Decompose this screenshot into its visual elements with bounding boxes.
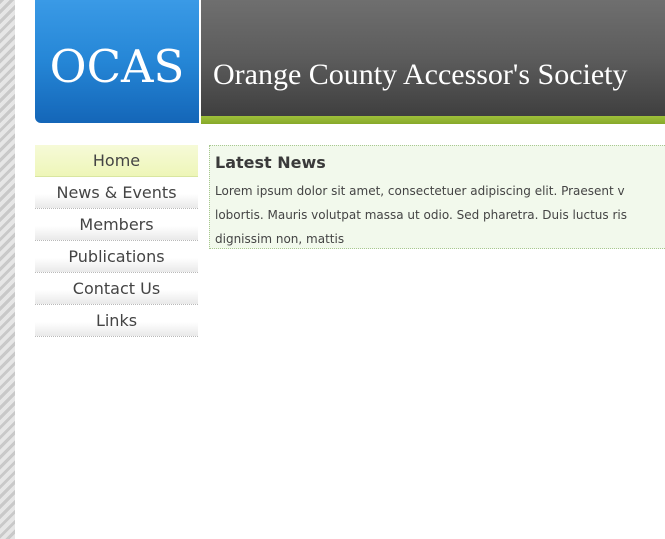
nav-item-home[interactable]: Home <box>35 145 198 177</box>
left-decorative-stripe <box>0 0 15 539</box>
nav-item-members[interactable]: Members <box>35 209 198 241</box>
nav-item-publications[interactable]: Publications <box>35 241 198 273</box>
header-banner: Orange County Accessor's Society <box>201 0 665 116</box>
header-accent-rule <box>201 116 665 124</box>
main-nav: Home News & Events Members Publications … <box>35 145 198 337</box>
latest-news-box: Latest News Lorem ipsum dolor sit amet, … <box>209 145 665 249</box>
news-line: lobortis. Mauris volutpat massa ut odio.… <box>215 208 627 222</box>
site-logo[interactable]: OCAS <box>35 0 199 123</box>
nav-item-contact-us[interactable]: Contact Us <box>35 273 198 305</box>
news-body: Lorem ipsum dolor sit amet, consectetuer… <box>215 179 665 248</box>
logo-text: OCAS <box>49 40 185 93</box>
site-title: Orange County Accessor's Society <box>213 58 628 91</box>
nav-item-news-events[interactable]: News & Events <box>35 177 198 209</box>
nav-item-links[interactable]: Links <box>35 305 198 337</box>
news-heading: Latest News <box>215 153 326 172</box>
news-line: dignissim non, mattis <box>215 232 345 246</box>
news-line: Lorem ipsum dolor sit amet, consectetuer… <box>215 184 625 198</box>
